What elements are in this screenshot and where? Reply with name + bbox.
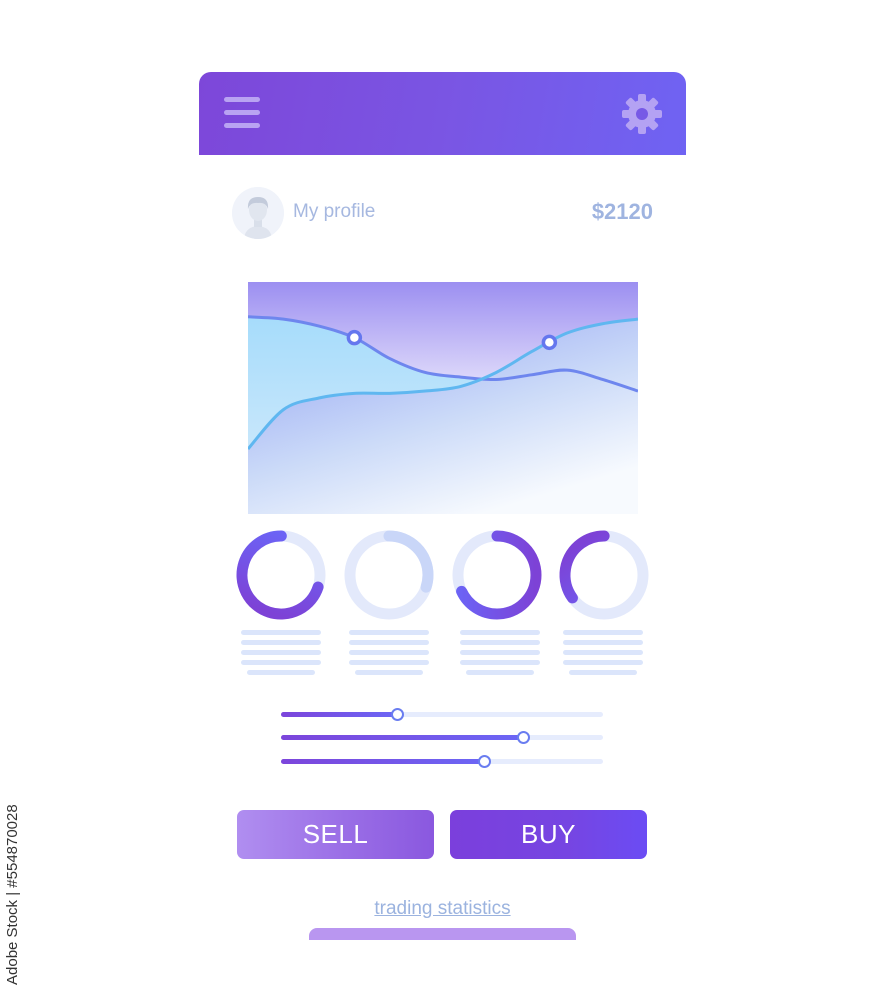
stock-credit: Adobe Stock | #554870028: [4, 804, 21, 985]
donut-legend-placeholder: [460, 630, 540, 680]
area-chart: [248, 282, 638, 514]
donut-4: [559, 530, 649, 620]
placeholder-text-line: [241, 640, 321, 645]
slider-1[interactable]: [281, 708, 603, 721]
placeholder-text-line: [466, 670, 534, 675]
placeholder-text-line: [349, 650, 429, 655]
slider-thumb[interactable]: [477, 755, 491, 768]
sell-button[interactable]: SELL: [237, 810, 434, 859]
placeholder-text-line: [460, 640, 540, 645]
user-avatar-icon[interactable]: [232, 187, 284, 239]
donut-legend-placeholder: [563, 630, 643, 680]
placeholder-text-line: [241, 660, 321, 665]
donut-2: [344, 530, 434, 620]
placeholder-text-line: [355, 670, 423, 675]
series-b-marker[interactable]: [541, 334, 558, 351]
profile-label: My profile: [293, 201, 376, 222]
placeholder-text-line: [241, 630, 321, 635]
buy-button[interactable]: BUY: [450, 810, 647, 859]
placeholder-text-line: [349, 640, 429, 645]
placeholder-text-line: [563, 660, 643, 665]
donut-legend-placeholder: [241, 630, 321, 680]
slider-thumb[interactable]: [516, 731, 530, 744]
bottom-tab-bar[interactable]: [309, 928, 576, 940]
profile-row[interactable]: My profile $2120: [232, 187, 662, 243]
donut-progress-arc: [559, 530, 649, 620]
placeholder-text-line: [247, 670, 315, 675]
slider-fill: [281, 759, 484, 764]
slider-3[interactable]: [281, 755, 603, 768]
placeholder-text-line: [563, 640, 643, 645]
hamburger-menu-icon[interactable]: [224, 97, 260, 129]
donut-group: [235, 529, 655, 629]
placeholder-text-line: [563, 650, 643, 655]
donut-progress-arc: [236, 530, 326, 620]
slider-thumb[interactable]: [390, 708, 404, 721]
placeholder-text-line: [349, 660, 429, 665]
trading-statistics-link[interactable]: trading statistics: [199, 898, 686, 920]
donut-legend-placeholder: [349, 630, 429, 680]
placeholder-text-line: [349, 630, 429, 635]
donut-3: [452, 530, 542, 620]
slider-2[interactable]: [281, 731, 603, 744]
series-a-marker[interactable]: [346, 329, 363, 346]
placeholder-text-line: [563, 630, 643, 635]
slider-fill: [281, 712, 397, 717]
gear-icon[interactable]: [619, 91, 665, 137]
placeholder-text-line: [460, 630, 540, 635]
placeholder-text-line: [460, 650, 540, 655]
placeholder-text-line: [241, 650, 321, 655]
slider-fill: [281, 735, 523, 740]
placeholder-text-line: [460, 660, 540, 665]
placeholder-text-line: [569, 670, 637, 675]
trading-app-screen: My profile $2120 SELL BUY trading statis…: [199, 72, 686, 952]
account-balance: $2120: [591, 199, 653, 224]
app-header: [199, 72, 686, 155]
donut-1: [236, 530, 326, 620]
